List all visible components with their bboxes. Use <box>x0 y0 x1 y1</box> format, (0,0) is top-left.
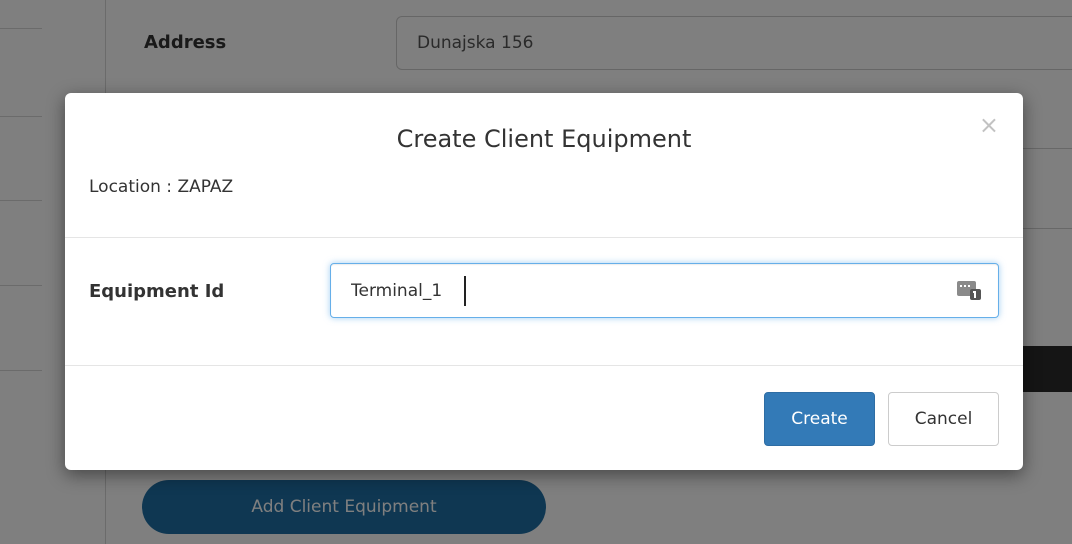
modal-footer: Create Cancel <box>65 365 1023 470</box>
equipment-id-label: Equipment Id <box>89 281 225 302</box>
close-icon[interactable]: × <box>979 113 999 137</box>
modal-header: Create Client Equipment × Location : ZAP… <box>65 93 1023 238</box>
create-client-equipment-dialog: Create Client Equipment × Location : ZAP… <box>65 93 1023 470</box>
location-text: Location : ZAPAZ <box>89 177 233 197</box>
modal-title: Create Client Equipment <box>396 125 692 153</box>
create-button[interactable]: Create <box>764 392 875 446</box>
autofill-card-icon[interactable] <box>957 279 981 301</box>
modal-body: Equipment Id <box>65 238 1023 365</box>
cancel-button[interactable]: Cancel <box>888 392 999 446</box>
equipment-id-input[interactable] <box>330 263 999 318</box>
location-value: ZAPAZ <box>177 177 234 197</box>
location-label: Location : <box>89 177 178 197</box>
text-cursor <box>464 276 466 306</box>
